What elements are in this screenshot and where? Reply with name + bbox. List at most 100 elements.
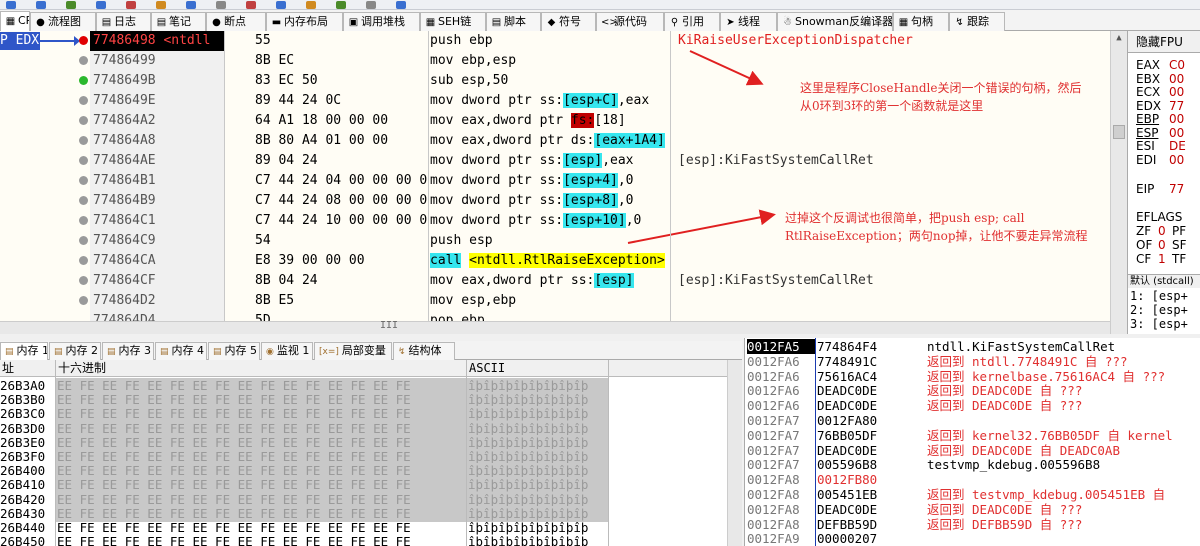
dump-scrollbar[interactable] xyxy=(727,360,742,546)
memory-dump-pane: 址 十六进制 ASCII 26B3A0 EE FE EE FE EE FE EE … xyxy=(0,360,742,546)
stack-comment: 返回到 DEADC0DE 自 ??? xyxy=(927,383,1083,399)
toolbar-button-icon[interactable] xyxy=(396,1,406,9)
tab-flowchart[interactable]: ● 流程图 xyxy=(30,12,96,31)
tab-notes[interactable]: ▤ 笔记 xyxy=(151,12,206,31)
register-edx[interactable]: EDX 77 xyxy=(1136,98,1185,113)
toolbar-button-icon[interactable] xyxy=(156,1,166,9)
stack-comment: testvmp_kdebug.005596B8 xyxy=(927,457,1101,473)
flag-cf[interactable]: CF 1 TF xyxy=(1136,253,1186,266)
toolbar-button-icon[interactable] xyxy=(276,1,286,9)
register-ecx[interactable]: ECX 00 xyxy=(1136,86,1184,99)
calling-convention-select[interactable]: 默认 (stdcall) xyxy=(1128,274,1200,288)
stack-row[interactable]: 0012FA7 DEADC0DE 返回到 DEADC0DE 自 DEADC0AB xyxy=(745,443,1200,458)
register-ebx[interactable]: EBX 00 xyxy=(1136,72,1184,86)
disassembly-horizontal-scrollbar[interactable]: III xyxy=(0,320,1110,334)
toolbar-button-icon[interactable] xyxy=(36,1,46,9)
toolbar-button-icon[interactable] xyxy=(306,1,316,9)
toolbar-button-icon[interactable] xyxy=(96,1,106,9)
scroll-grip-icon[interactable]: III xyxy=(380,320,398,331)
flag-name: PF xyxy=(1172,224,1187,238)
tab-breakpoint[interactable]: ● 断点 xyxy=(206,12,266,31)
toolbar-button-icon[interactable] xyxy=(6,1,16,9)
stack-row[interactable]: 0012FA6 75616AC4 返回到 kernelbase.75616AC4 自… xyxy=(745,369,1200,384)
watch-icon: ◉ xyxy=(266,347,274,357)
disassembly-pane: P EDX 77486498 <ntdll 55 push ebp KiRaiseUs… xyxy=(0,31,1127,334)
flag-name: CF xyxy=(1136,252,1152,266)
toolbar-button-icon[interactable] xyxy=(66,1,76,9)
dump-row[interactable]: 26B450 EE FE EE FE EE FE EE FE EE FE EE F… xyxy=(0,534,742,546)
main-tab-bar: ▦CPU●流程图▤日志▤笔记●断点▬内存布局▣调用堆栈▦SEH链▤脚本◆符号<>… xyxy=(0,10,1200,32)
tab-trace[interactable]: ↯ 跟踪 xyxy=(949,12,1005,31)
memory-icon: ▤ xyxy=(160,347,169,357)
stack-row[interactable]: 0012FA8 DEADC0DE 返回到 DEADC0DE 自 ??? xyxy=(745,502,1200,517)
memory-tab-bar: ▤ 内存 1 ▤ 内存 2 ▤ 内存 3 ▤ 内存 4 ▤ 内存 5 ◉ 监视 1 [x=] 局部变量 ↯ 结… xyxy=(0,341,742,360)
stack-row[interactable]: 0012FA8 DEFBB59D 返回到 DEFBB59D 自 ??? xyxy=(745,517,1200,532)
toolbar-button-icon[interactable] xyxy=(336,1,346,9)
memory-tab-4[interactable]: ▤ 内存 4 xyxy=(155,342,207,360)
tab-threads[interactable]: ➤ 线程 xyxy=(720,12,777,31)
stack-row[interactable]: 0012FA7 005596B8 testvmp_kdebug.005596B8 xyxy=(745,457,1200,472)
stack-row[interactable]: 0012FA7 0012FA80 xyxy=(745,413,1200,428)
memory-tab-5[interactable]: ▤ 内存 5 xyxy=(208,342,260,360)
tab-snowman[interactable]: ☃ Snowman反编译器 xyxy=(777,12,893,31)
toolbar-button-icon[interactable] xyxy=(246,1,256,9)
call-argument[interactable]: 1: [esp+ xyxy=(1130,290,1188,303)
memory-icon: ▤ xyxy=(5,347,14,357)
tab-source[interactable]: <>源代码 xyxy=(596,12,664,31)
tab-call-stack[interactable]: ▣ 调用堆栈 xyxy=(343,12,420,31)
flag-of[interactable]: OF 0 SF xyxy=(1136,239,1187,252)
call-argument[interactable]: 2: [esp+ xyxy=(1130,304,1188,317)
register-value: 77 xyxy=(1169,98,1185,113)
tab-symbols[interactable]: ◆ 符号 xyxy=(541,12,596,31)
stack-pane: 0012FA5 774864F4 ntdll.KiFastSystemCallRet… xyxy=(744,338,1200,546)
toolbar-button-icon[interactable] xyxy=(366,1,376,9)
tab-references[interactable]: ⚲ 引用 xyxy=(664,12,720,31)
tab-memory-map[interactable]: ▬ 内存布局 xyxy=(266,12,343,31)
stack-comment: 返回到 kernelbase.75616AC4 自 ??? xyxy=(927,368,1166,384)
toolbar-button-icon[interactable] xyxy=(186,1,196,9)
register-edi[interactable]: EDI 00 xyxy=(1136,153,1184,167)
toolbar-button-icon[interactable] xyxy=(126,1,136,9)
memory-tab-2[interactable]: ▤ 内存 2 xyxy=(49,342,101,360)
stack-row[interactable]: 0012FA8 005451EB 返回到 testvmp_kdebug.005451… xyxy=(745,487,1200,502)
source-icon: <> xyxy=(601,17,618,28)
memory-tab-label: 局部变量 xyxy=(341,344,386,357)
disassembly-vertical-scrollbar[interactable]: ▲ xyxy=(1110,31,1127,334)
tab-label: 日志 xyxy=(114,15,136,28)
flag-zf[interactable]: ZF 0 PF xyxy=(1136,225,1186,238)
register-eip[interactable]: EIP 77 xyxy=(1136,183,1184,196)
tab-handles[interactable]: ▦ 句柄 xyxy=(893,12,949,31)
memory-tab-6[interactable]: ◉ 监视 1 xyxy=(261,342,313,360)
memory-tab-7[interactable]: [x=] 局部变量 xyxy=(314,342,392,360)
register-ebp[interactable]: EBP 00 xyxy=(1136,113,1184,126)
register-eax[interactable]: EAX C0 xyxy=(1136,59,1185,72)
stack-value: 75616AC4 xyxy=(817,368,878,384)
dump-header-ascii: ASCII xyxy=(469,361,506,375)
cpu-icon: ▦ xyxy=(5,16,16,27)
threads-icon: ➤ xyxy=(726,17,735,28)
stack-row[interactable]: 0012FA8 0012FB80 xyxy=(745,472,1200,487)
stack-value: DEADC0DE xyxy=(817,442,878,458)
stack-row[interactable]: 0012FA6 DEADC0DE 返回到 DEADC0DE 自 ??? xyxy=(745,383,1200,398)
stack-row[interactable]: 0012FA9 00000207 xyxy=(745,531,1200,546)
tab-cpu[interactable]: ▦CPU xyxy=(0,11,30,32)
hide-fpu-button[interactable]: 隐藏FPU xyxy=(1128,31,1200,53)
stack-row[interactable]: 0012FA6 DEADC0DE 返回到 DEADC0DE 自 ??? xyxy=(745,398,1200,413)
memory-tab-8[interactable]: ↯ 结构体 xyxy=(393,342,455,360)
scroll-thumb[interactable] xyxy=(1113,125,1125,139)
register-esi[interactable]: ESI DE xyxy=(1136,140,1186,153)
toolbar-button-icon[interactable] xyxy=(216,1,226,9)
locals-icon: [x=] xyxy=(319,347,339,357)
flag-name: OF xyxy=(1136,238,1153,252)
memory-tab-1[interactable]: ▤ 内存 1 xyxy=(0,342,48,360)
stack-row[interactable]: 0012FA7 76BB05DF 返回到 kernel32.76BB05DF 自 k… xyxy=(745,428,1200,443)
stack-row[interactable]: 0012FA6 7748491C 返回到 ntdll.7748491C 自 ??? xyxy=(745,354,1200,369)
scroll-up-icon[interactable]: ▲ xyxy=(1113,33,1125,45)
register-esp[interactable]: ESP 00 xyxy=(1136,126,1184,140)
tab-seh-chain[interactable]: ▦ SEH链 xyxy=(420,12,486,31)
tab-log[interactable]: ▤ 日志 xyxy=(96,12,151,31)
tab-script[interactable]: ▤ 脚本 xyxy=(486,12,541,31)
stack-row[interactable]: 0012FA5 774864F4 ntdll.KiFastSystemCallRet xyxy=(745,339,1200,354)
call-argument[interactable]: 3: [esp+ xyxy=(1130,318,1188,331)
memory-tab-3[interactable]: ▤ 内存 3 xyxy=(102,342,154,360)
